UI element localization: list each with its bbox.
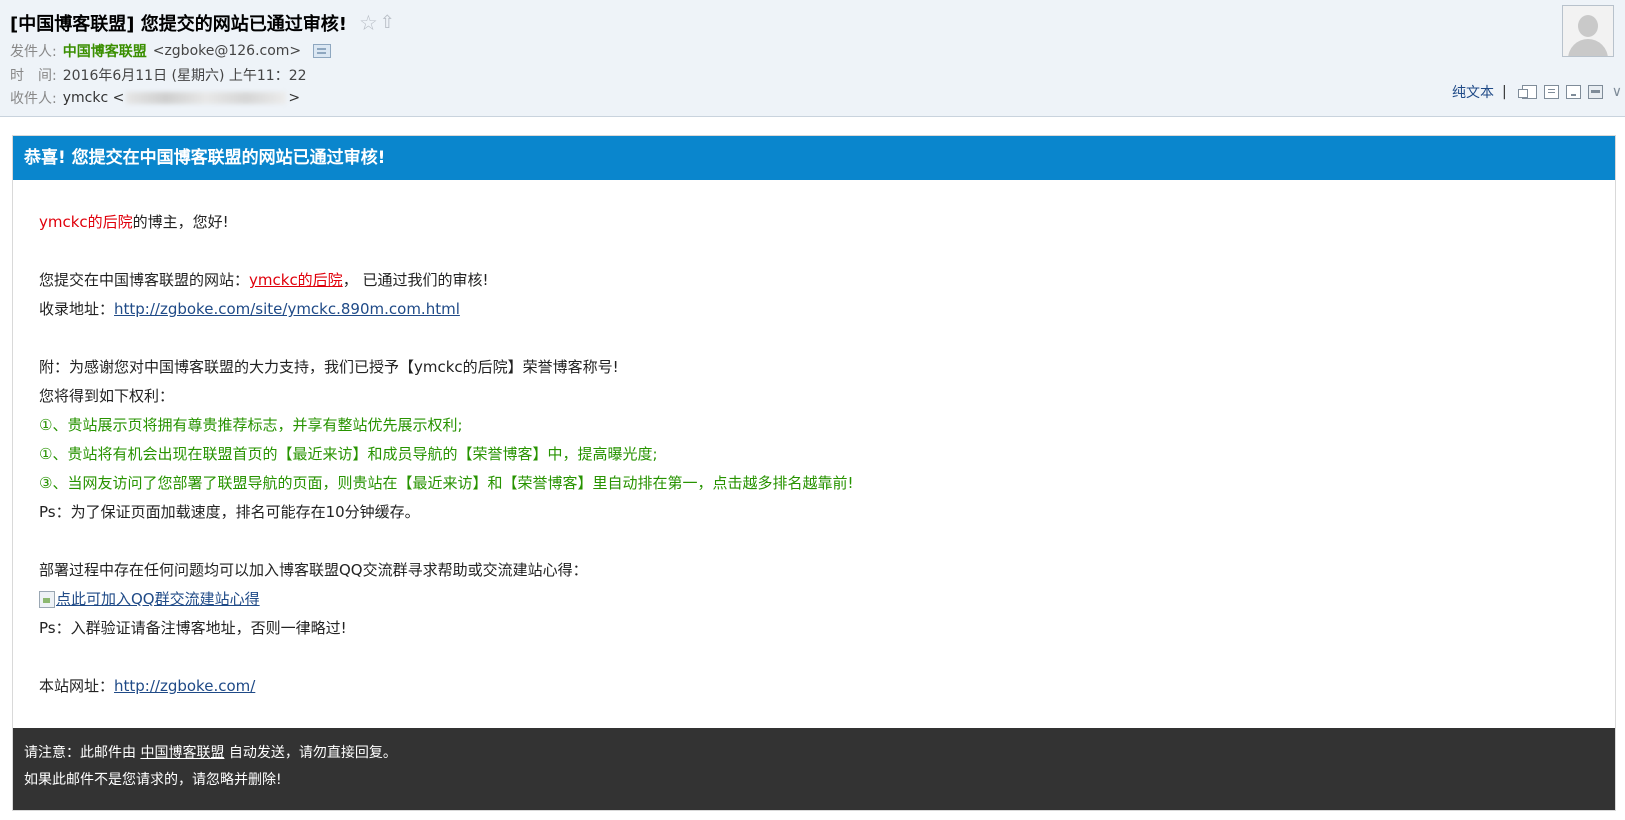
print-icon[interactable] [1587, 85, 1603, 99]
right-item-2: ①、贵站将有机会出现在联盟首页的【最近来访】和成员导航的【荣誉博客】中，提高曝光… [39, 445, 658, 463]
from-row: 发件人: 中国博客联盟 <zgboke@126.com> [10, 41, 332, 61]
footer-brand-link[interactable]: 中国博客联盟 [140, 745, 224, 761]
submitted-prefix: 您提交在中国博客联盟的网站： [39, 271, 250, 289]
url-line: 收录地址：http://zgboke.com/site/ymckc.890m.c… [39, 295, 853, 324]
new-window-icon[interactable] [1517, 85, 1537, 99]
toolbar-separator: | [1502, 84, 1507, 100]
priority-up-icon[interactable]: ⇧ [380, 13, 395, 33]
avatar-head [1578, 15, 1598, 37]
broken-image-icon [39, 591, 55, 608]
site-label: 本站网址： [39, 677, 115, 695]
redacted-email [126, 92, 287, 104]
mail-body: 恭喜! 您提交在中国博客联盟的网站已通过审核! ymckc的后院的博主，您好! … [12, 135, 1616, 811]
plain-text-button[interactable]: 纯文本 [1452, 82, 1494, 102]
mail-banner: 恭喜! 您提交在中国博客联盟的网站已通过审核! [13, 136, 1615, 180]
footer-line-2: 如果此邮件不是您请求的，请忽略并删除! [24, 772, 282, 788]
expand-chevron-icon[interactable]: ∨ [1612, 85, 1622, 99]
ps-cache-note: Ps：为了保证页面加载速度，排名可能存在10分钟缓存。 [39, 503, 420, 521]
note-line: 附：为感谢您对中国博客联盟的大力支持，我们已授予【ymckc的后院】荣誉博客称号… [39, 358, 619, 376]
subject-row: [中国博客联盟] 您提交的网站已通过审核! ☆ ⇧ [10, 10, 395, 36]
star-icon[interactable]: ☆ [359, 13, 378, 34]
sender-email: <zgboke@126.com> [152, 43, 302, 59]
time-label: 时 间: [10, 68, 57, 84]
mail-subject: [中国博客联盟] 您提交的网站已通过审核! [10, 14, 347, 35]
time-row: 时 间: 2016年6月11日 (星期六) 上午11：22 [10, 65, 307, 85]
mail-footer: 请注意：此邮件由 中国博客联盟 自动发送，请勿直接回复。 如果此邮件不是您请求的… [13, 728, 1615, 810]
avatar-body [1568, 39, 1608, 56]
url-label: 收录地址： [39, 300, 115, 318]
qq-group-link[interactable]: 点此可加入QQ群交流建站心得 [39, 585, 260, 614]
rights-intro: 您将得到如下权利： [39, 387, 175, 405]
view-source-icon[interactable] [1543, 85, 1559, 99]
qq-link-line: 点此可加入QQ群交流建站心得 [39, 585, 853, 614]
sender-avatar[interactable] [1562, 5, 1614, 57]
footer-suffix: 自动发送，请勿直接回复。 [228, 745, 397, 761]
greeting-line: ymckc的后院的博主，您好! [39, 208, 853, 237]
submitted-site-link[interactable]: ymckc的后院 [249, 271, 343, 289]
mail-header: [中国博客联盟] 您提交的网站已通过审核! ☆ ⇧ 发件人: 中国博客联盟 <z… [0, 0, 1625, 117]
time-value: 2016年6月11日 (星期六) 上午11：22 [62, 68, 307, 84]
ps-group-note: Ps：入群验证请备注博客地址，否则一律略过! [39, 619, 347, 637]
download-icon[interactable] [1565, 85, 1581, 99]
from-label: 发件人: [10, 44, 57, 60]
right-item-3: ③、当网友访问了您部署了联盟导航的页面，则贵站在【最近来访】和【荣誉博客】里自动… [39, 474, 854, 492]
greeting-rest: 的博主，您好! [132, 213, 229, 231]
help-line: 部署过程中存在任何问题均可以加入博客联盟QQ交流群寻求帮助或交流建站心得： [39, 561, 588, 579]
recipient-close: > [288, 90, 301, 106]
submitted-suffix: ， 已通过我们的审核! [342, 271, 489, 289]
to-label: 收件人: [10, 91, 57, 107]
footer-line-1: 请注意：此邮件由 中国博客联盟 自动发送，请勿直接回复。 [24, 740, 1615, 767]
mail-toolbar: 纯文本 | ∨ [1452, 82, 1622, 102]
recipient-name[interactable]: ymckc < [63, 90, 125, 106]
site-page-link[interactable]: http://zgboke.com/site/ymckc.890m.com.ht… [114, 300, 460, 318]
site-home-link[interactable]: http://zgboke.com/ [114, 677, 255, 695]
sender-name[interactable]: 中国博客联盟 [63, 41, 147, 61]
to-row: 收件人: ymckc < > [10, 88, 300, 108]
mail-content: ymckc的后院的博主，您好! 您提交在中国博客联盟的网站：ymckc的后院， … [39, 208, 853, 701]
greeting-name: ymckc的后院 [39, 213, 133, 231]
site-line: 本站网址：http://zgboke.com/ [39, 672, 853, 701]
qq-link-text: 点此可加入QQ群交流建站心得 [56, 590, 260, 608]
right-item-1: ①、贵站展示页将拥有尊贵推荐标志，并享有整站优先展示权利; [39, 416, 463, 434]
contact-card-icon[interactable] [313, 44, 332, 58]
footer-prefix: 请注意：此邮件由 [24, 745, 136, 761]
submitted-line: 您提交在中国博客联盟的网站：ymckc的后院， 已通过我们的审核! [39, 266, 853, 295]
